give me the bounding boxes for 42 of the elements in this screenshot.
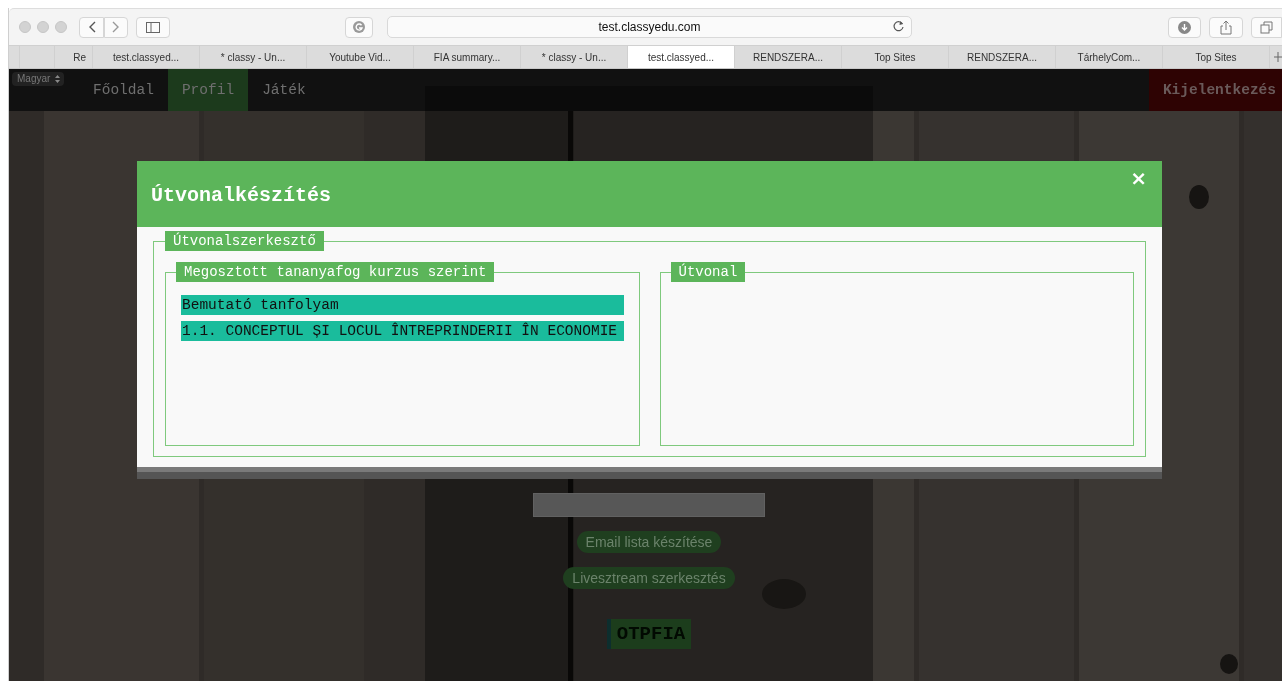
new-tab-icon[interactable]: [1274, 52, 1282, 62]
address-field[interactable]: test.classyedu.com: [387, 16, 912, 38]
browser-tab[interactable]: test.classyed...: [628, 46, 735, 68]
tabs-button[interactable]: [1251, 16, 1282, 38]
share-button[interactable]: [1209, 16, 1243, 38]
nav-link[interactable]: Játék: [248, 69, 320, 111]
close-window-icon[interactable]: [19, 21, 31, 33]
updown-arrows-icon: [55, 75, 61, 83]
browser-tab[interactable]: FIA summary...: [414, 46, 521, 68]
browser-tab[interactable]: test.classyed...: [93, 46, 200, 68]
browser-tab[interactable]: RENDSZERA...: [949, 46, 1056, 68]
download-icon: [1178, 20, 1191, 34]
extension-button[interactable]: [345, 16, 373, 38]
sidebar-icon: [146, 21, 160, 33]
forward-button[interactable]: [104, 16, 128, 38]
reload-icon[interactable]: [892, 20, 905, 33]
fieldset-legend: Útvonalszerkesztő: [165, 231, 324, 251]
back-button[interactable]: [79, 16, 104, 38]
browser-tab[interactable]: TárhelyCom...: [1056, 46, 1163, 68]
input-field[interactable]: [533, 493, 765, 517]
browser-tab[interactable]: Top Sites: [842, 46, 949, 68]
back-icon: [87, 21, 96, 33]
minimize-icon[interactable]: [37, 21, 49, 33]
zoom-icon[interactable]: [55, 21, 67, 33]
browser-tab[interactable]: Youtube Vid...: [307, 46, 414, 68]
download-button[interactable]: [1168, 16, 1201, 38]
course-item[interactable]: Bemutató tanfolyam: [181, 295, 624, 315]
browser-tab[interactable]: * classy - Un...: [200, 46, 307, 68]
g-logo-icon: [353, 21, 365, 33]
share-icon: [1220, 19, 1232, 35]
panel-legend: Útvonal: [670, 262, 746, 282]
language-select[interactable]: Magyar: [12, 72, 65, 86]
browser-tab[interactable]: Re: [55, 46, 93, 68]
nav-link[interactable]: Főoldal: [79, 69, 168, 111]
browser-tab[interactable]: RENDSZERA...: [735, 46, 842, 68]
course-item[interactable]: 1.1. CONCEPTUL ȘI LOCUL ÎNTREPRINDERII ÎN ECONOMIE: [181, 321, 624, 341]
sidebar-button[interactable]: [136, 16, 170, 38]
panel-legend: Megosztott tananyafog kurzus szerint: [176, 262, 495, 282]
modal-title: Útvonalkészítés: [151, 183, 332, 207]
browser-tab[interactable]: Top Sites: [1163, 46, 1270, 68]
tabs-icon: [1260, 20, 1273, 34]
forward-icon: [112, 21, 120, 33]
